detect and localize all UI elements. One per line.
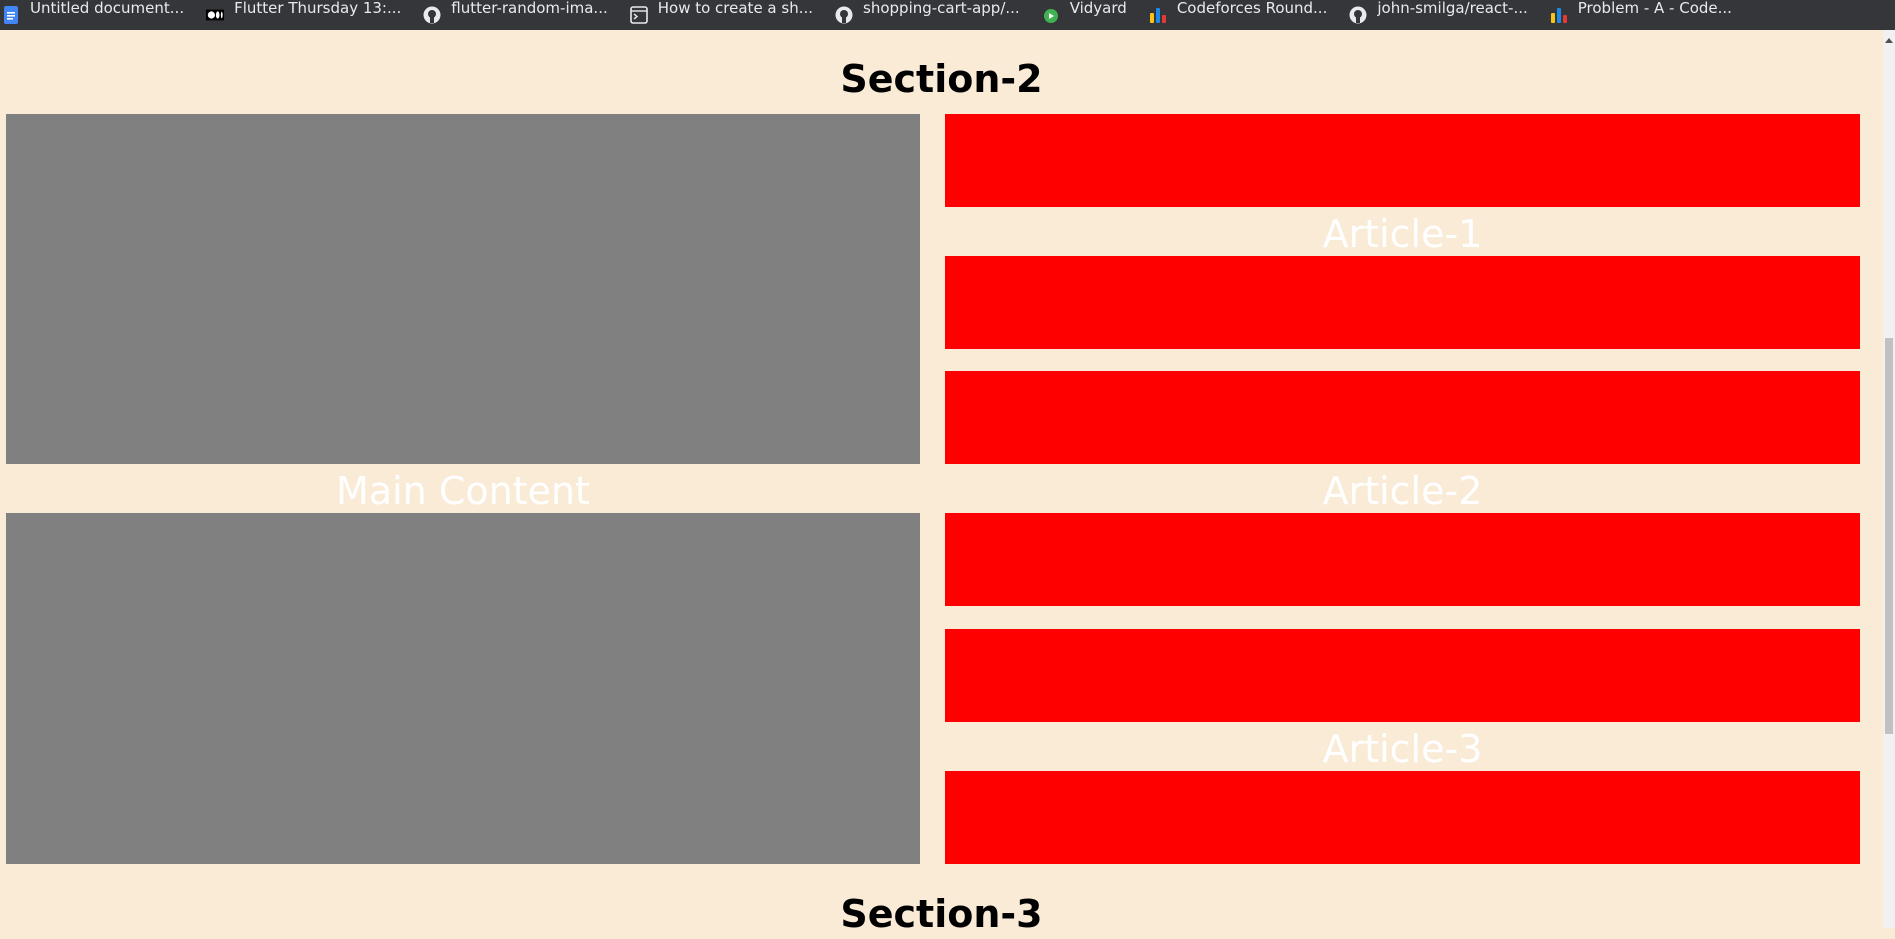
github-icon xyxy=(1349,6,1367,24)
bookmark-label: Untitled document... xyxy=(30,0,185,17)
main-content-bottom-box xyxy=(6,513,920,864)
article-2-top-box xyxy=(945,371,1860,464)
section-3-title: Section-3 xyxy=(840,892,1043,936)
vertical-scrollbar[interactable] xyxy=(1883,30,1895,928)
scroll-up-arrow-icon[interactable] xyxy=(1885,38,1893,43)
article-2-label: Article-2 xyxy=(1322,469,1483,513)
codeforces-icon xyxy=(1149,6,1167,24)
github-icon xyxy=(835,6,853,24)
main-content-top-box xyxy=(6,114,920,464)
bookmark-codeforces-round[interactable]: Codeforces Round... xyxy=(1149,0,1328,30)
article-3-top-box xyxy=(945,629,1860,722)
article-1-top-box xyxy=(945,114,1860,207)
vidyard-icon xyxy=(1042,6,1060,24)
article-2-bottom-box xyxy=(945,513,1860,606)
bookmark-label: flutter-random-ima... xyxy=(451,0,608,17)
article-1-label: Article-1 xyxy=(1322,212,1483,256)
bookmark-flutter-random-image[interactable]: flutter-random-ima... xyxy=(423,0,608,30)
bookmark-label: Flutter Thursday 13:... xyxy=(234,0,402,17)
article-1-bottom-box xyxy=(945,256,1860,349)
section-2-title: Section-2 xyxy=(840,57,1043,101)
bookmark-label: How to create a sh... xyxy=(657,0,814,17)
scrollbar-thumb[interactable] xyxy=(1885,338,1893,734)
bookmark-flutter-thursday[interactable]: Flutter Thursday 13:... xyxy=(206,0,401,30)
bookmark-label: Codeforces Round... xyxy=(1176,0,1328,17)
bookmark-how-to-create[interactable]: How to create a sh... xyxy=(629,0,814,30)
article-3-bottom-box xyxy=(945,771,1860,864)
main-content-label: Main Content xyxy=(336,469,590,513)
bookmark-shopping-cart-app[interactable]: shopping-cart-app/... xyxy=(835,0,1020,30)
bookmark-untitled-document[interactable]: Untitled document... xyxy=(2,0,184,30)
medium-icon xyxy=(206,6,225,24)
article-3-label: Article-3 xyxy=(1322,727,1483,771)
bookmark-label: Vidyard xyxy=(1069,0,1127,17)
codeforces-icon xyxy=(1550,6,1568,24)
bookmark-john-smilga-react[interactable]: john-smilga/react-... xyxy=(1349,0,1528,30)
bookmark-label: Problem - A - Code... xyxy=(1577,0,1732,17)
bookmark-vidyard[interactable]: Vidyard xyxy=(1042,0,1127,30)
bookmarks-bar: Untitled document... Flutter Thursday 13… xyxy=(0,0,1895,30)
github-icon xyxy=(423,6,441,24)
docs-icon xyxy=(2,6,20,24)
bookmark-problem-a-codeforces[interactable]: Problem - A - Code... xyxy=(1550,0,1732,30)
bookmark-label: john-smilga/react-... xyxy=(1377,0,1528,17)
terminal-icon xyxy=(629,6,648,24)
bookmark-label: shopping-cart-app/... xyxy=(863,0,1020,17)
